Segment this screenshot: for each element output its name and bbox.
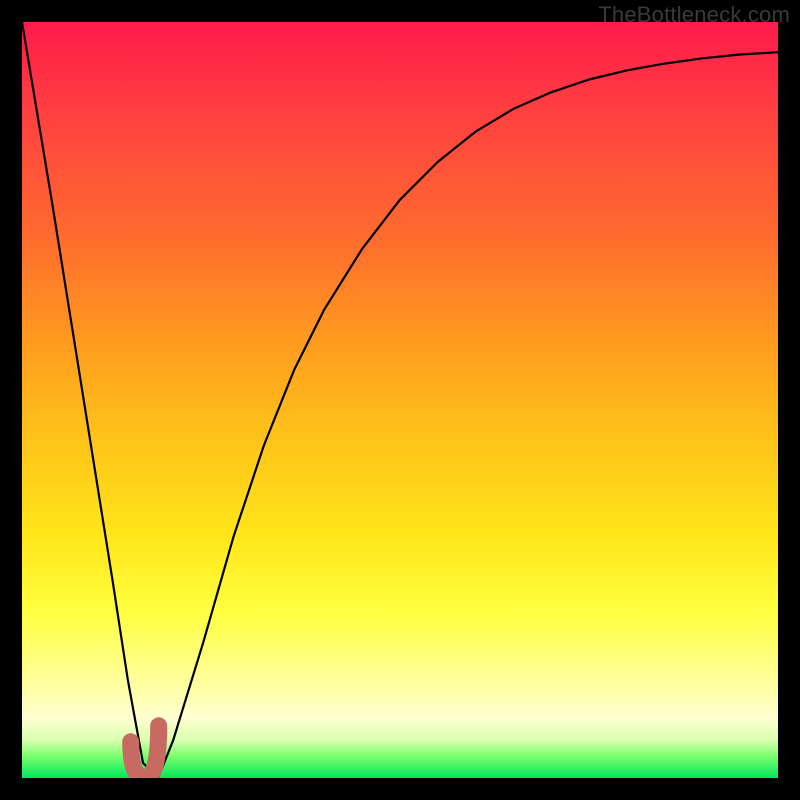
watermark-text: TheBottleneck.com: [598, 2, 790, 28]
chart-svg: [22, 22, 778, 778]
optimal-marker: [131, 726, 159, 778]
bottleneck-curve: [22, 22, 778, 778]
plot-area: [22, 22, 778, 778]
chart-stage: TheBottleneck.com: [0, 0, 800, 800]
